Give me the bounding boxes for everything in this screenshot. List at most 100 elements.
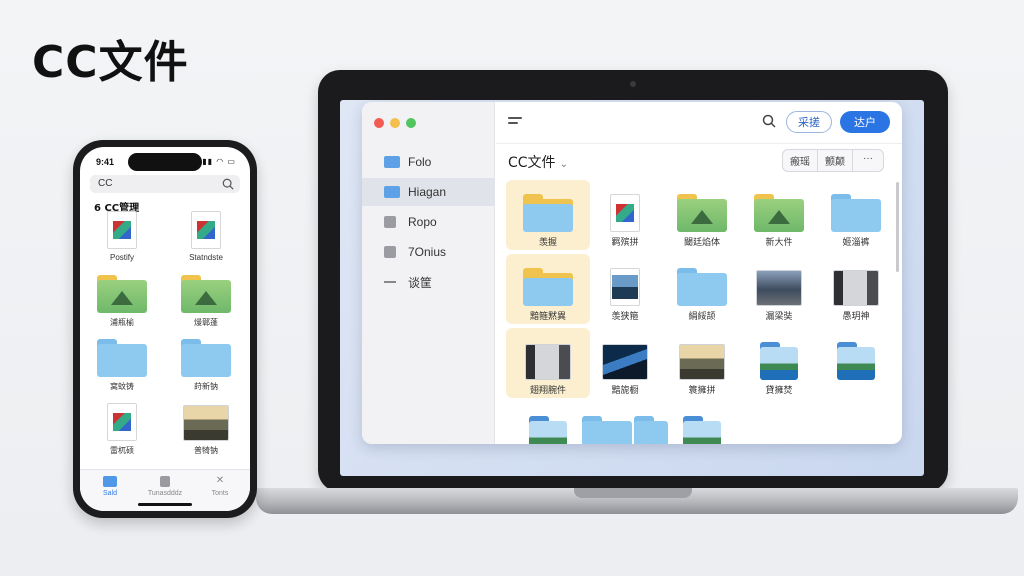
- photo-thumbnail: [679, 344, 725, 380]
- file-label: 閾廷焰体: [683, 237, 720, 247]
- file-item[interactable]: 貸擁焚: [737, 328, 821, 398]
- file-label: 新大件: [765, 237, 793, 247]
- file-label: 翅翔腕件: [529, 385, 566, 395]
- file-item[interactable]: 羡狭箍: [583, 254, 667, 324]
- folder-icon: [97, 339, 147, 377]
- folder-icon: [523, 194, 573, 232]
- file-item[interactable]: Postify: [90, 211, 154, 273]
- laptop-screen: Folo Hiagan Ropo 7Onius 谈筐 采搓 达户 CC文件 ⌄ …: [340, 100, 924, 476]
- file-label: 愚玥神: [842, 311, 870, 321]
- file-item[interactable]: 羡握: [506, 180, 590, 250]
- file-label: Statndste: [189, 253, 223, 262]
- sidebar-item-tags[interactable]: 谈筐: [362, 268, 495, 296]
- minimize-window-button[interactable]: [390, 118, 400, 128]
- files-app-window: Folo Hiagan Ropo 7Onius 谈筐 采搓 达户 CC文件 ⌄ …: [362, 102, 902, 444]
- file-item[interactable]: 簑擁拼: [660, 328, 744, 398]
- file-item[interactable]: 黯旎橱: [583, 328, 667, 398]
- file-item[interactable]: 姬淄裤: [814, 180, 898, 250]
- file-label: 熳鄣蓬: [194, 318, 218, 327]
- document-icon: [610, 194, 640, 232]
- laptop: Folo Hiagan Ropo 7Onius 谈筐 采搓 达户 CC文件 ⌄ …: [318, 70, 948, 492]
- search-icon[interactable]: [762, 114, 776, 128]
- tab-shared[interactable]: Tunasdddz: [137, 476, 193, 497]
- image-folder-icon: [754, 194, 804, 232]
- document-icon: [384, 216, 396, 228]
- menu-icon[interactable]: [508, 117, 522, 127]
- image-folder-icon: [677, 194, 727, 232]
- file-item[interactable]: 絹綏颉: [660, 254, 744, 324]
- image-folder-icon: [683, 416, 721, 444]
- image-folder-icon: [529, 416, 567, 444]
- file-item[interactable]: 雷杌硕: [90, 403, 154, 465]
- phone: 9:41 ▮▮ ◠ ▭ CC 6 CC管理 Postify Statndste 浦瓶…: [73, 140, 257, 518]
- file-item[interactable]: 熳鄣蓬: [174, 275, 238, 337]
- zoom-window-button[interactable]: [406, 118, 416, 128]
- file-item[interactable]: [660, 402, 744, 444]
- file-label: 黯旎橱: [611, 385, 639, 395]
- tab-label: Tunasdddz: [147, 490, 183, 497]
- segment-1[interactable]: 瘢瑶: [783, 150, 818, 171]
- main-pane: 采搓 达户 CC文件 ⌄ 瘢瑶 颤颠 ··· 羡握 羁殡拼 閾廷焰体 新大件 姬淄裤黯箍黙…: [496, 102, 902, 444]
- file-label: Postify: [109, 253, 134, 262]
- sidebar-item-label: 7Onius: [408, 245, 447, 259]
- file-item[interactable]: 愚玥神: [814, 254, 898, 324]
- sidebar-item-ropo[interactable]: Ropo: [362, 208, 495, 236]
- sidebar: Folo Hiagan Ropo 7Onius 谈筐: [362, 102, 495, 444]
- page-title: CC文件: [32, 37, 189, 88]
- folder-title[interactable]: CC文件 ⌄: [508, 152, 568, 172]
- sidebar-item-label: Ropo: [408, 215, 437, 229]
- image-folder-icon: [837, 342, 875, 380]
- scrollbar[interactable]: [896, 182, 899, 272]
- file-item[interactable]: 翅翔腕件: [506, 328, 590, 398]
- more-button[interactable]: ···: [853, 150, 883, 171]
- tab-browse[interactable]: Sald: [82, 476, 138, 497]
- file-label: 羡狭箍: [611, 311, 639, 321]
- file-item[interactable]: [814, 328, 898, 398]
- tools-icon: ✕: [215, 475, 225, 486]
- home-indicator: [138, 503, 192, 506]
- file-item[interactable]: 新大件: [737, 180, 821, 250]
- image-folder-icon: [97, 275, 147, 313]
- file-item[interactable]: [506, 402, 590, 444]
- sidebar-item-7onius[interactable]: 7Onius: [362, 238, 495, 266]
- file-label: 簑擁拼: [688, 385, 716, 395]
- file-item[interactable]: 漏梁奘: [737, 254, 821, 324]
- secondary-button[interactable]: 采搓: [786, 111, 832, 133]
- view-segmented-control: 瘢瑶 颤颠 ···: [782, 149, 884, 172]
- sidebar-item-label: Folo: [408, 155, 432, 169]
- close-window-button[interactable]: [374, 118, 384, 128]
- laptop-base: [256, 488, 1018, 514]
- search-input[interactable]: CC: [90, 175, 240, 193]
- search-text: CC: [98, 178, 113, 189]
- sidebar-item-hiagan[interactable]: Hiagan: [362, 178, 495, 206]
- folder-icon: [523, 268, 573, 306]
- file-item[interactable]: 浦瓶榆: [90, 275, 154, 337]
- file-item[interactable]: 閾廷焰体: [660, 180, 744, 250]
- folder-icon: [384, 156, 400, 168]
- dynamic-island: [128, 153, 202, 171]
- file-label: 雷杌硕: [110, 446, 134, 455]
- file-item[interactable]: 莳新钠: [174, 339, 238, 401]
- primary-button[interactable]: 达户: [840, 111, 890, 133]
- sidebar-item-folo[interactable]: Folo: [362, 148, 495, 176]
- file-item[interactable]: 羁殡拼: [583, 180, 667, 250]
- camera: [630, 81, 636, 87]
- tab-tools[interactable]: ✕ Tonts: [192, 475, 248, 498]
- file-item[interactable]: 窝蚊铸: [90, 339, 154, 401]
- file-item[interactable]: 普犄钠: [174, 405, 238, 465]
- tab-bar: Sald Tunasdddz ✕ Tonts: [80, 469, 250, 511]
- folder-icon: [181, 339, 231, 377]
- file-item[interactable]: [582, 402, 668, 444]
- file-label: 浦瓶榆: [110, 318, 134, 327]
- document-icon: [107, 211, 137, 249]
- chevron-down-icon: ⌄: [559, 159, 568, 170]
- file-label: 莳新钠: [194, 382, 218, 391]
- window-controls: [374, 118, 416, 128]
- folder-icon: [582, 416, 668, 444]
- sidebar-item-label: Hiagan: [408, 185, 447, 199]
- folder-icon: [384, 186, 400, 198]
- folder-title-text: CC文件: [508, 155, 556, 171]
- file-item[interactable]: Statndste: [174, 211, 238, 273]
- file-item[interactable]: 黯箍黙異: [506, 254, 590, 324]
- segment-2[interactable]: 颤颠: [818, 150, 853, 171]
